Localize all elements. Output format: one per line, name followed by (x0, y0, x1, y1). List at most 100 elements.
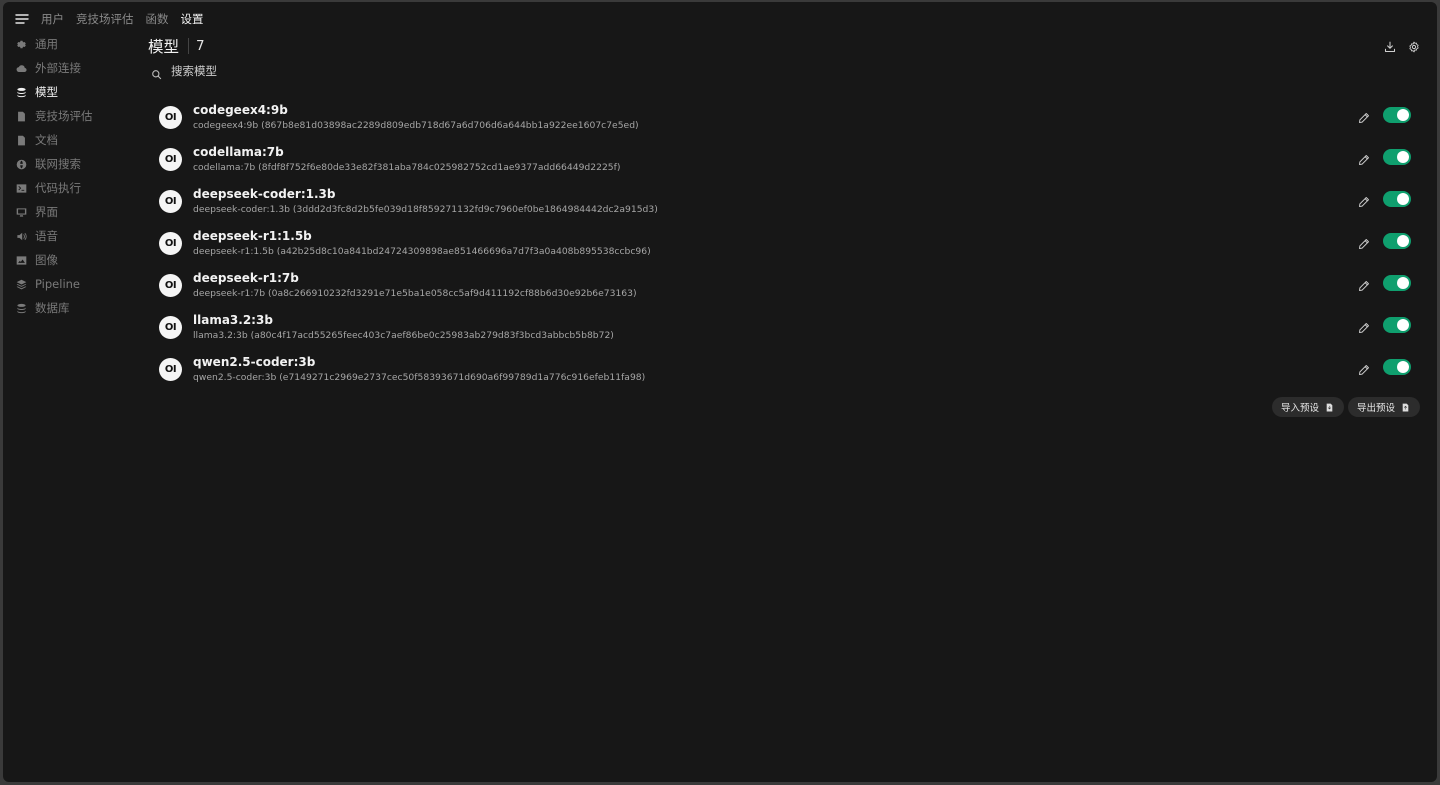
settings-button[interactable] (1408, 38, 1420, 53)
page-title: 模型 (148, 38, 180, 56)
sidebar-item-arena[interactable]: 竞技场评估 (15, 104, 135, 128)
search-input[interactable] (171, 64, 471, 78)
model-name: llama3.2:3b (193, 312, 273, 327)
top-tab-functions[interactable]: 函数 (146, 11, 169, 27)
pencil-icon (1359, 197, 1369, 207)
model-name: codegeex4:9b (193, 102, 288, 117)
model-info: deepseek-r1:1.5b deepseek-r1:1.5b (a42b2… (193, 229, 651, 258)
model-count: 7 (196, 38, 205, 54)
title-divider (188, 38, 190, 54)
model-enabled-toggle[interactable] (1383, 191, 1411, 207)
app-window: 用户 竞技场评估 函数 设置 通用 外部连接 模型 竞技场评估 文档 联网搜索 (3, 2, 1437, 782)
edit-model-button[interactable] (1358, 235, 1370, 249)
model-row[interactable]: OI deepseek-r1:1.5b deepseek-r1:1.5b (a4… (148, 222, 1420, 264)
model-description: deepseek-r1:1.5b (a42b25d8c10a841bd24724… (193, 245, 651, 257)
row-actions (1358, 191, 1411, 207)
model-row[interactable]: OI codellama:7b codellama:7b (8fdf8f752f… (148, 138, 1420, 180)
speaker-icon (15, 230, 28, 243)
model-info: llama3.2:3b llama3.2:3b (a80c4f17acd5526… (193, 313, 614, 342)
top-tab-arena[interactable]: 竞技场评估 (76, 11, 134, 27)
sidebar-item-label: Pipeline (35, 277, 81, 291)
sidebar-item-models[interactable]: 模型 (15, 80, 135, 104)
sidebar-item-database[interactable]: 数据库 (15, 296, 135, 320)
file-import-icon (1325, 403, 1334, 412)
model-info: deepseek-r1:7b deepseek-r1:7b (0a8c26691… (193, 271, 637, 300)
pencil-icon (1359, 365, 1369, 375)
edit-model-button[interactable] (1358, 277, 1370, 291)
sidebar-item-audio[interactable]: 语音 (15, 224, 135, 248)
model-row[interactable]: OI llama3.2:3b llama3.2:3b (a80c4f17acd5… (148, 306, 1420, 348)
sidebar-item-general[interactable]: 通用 (15, 32, 135, 56)
model-row[interactable]: OI deepseek-r1:7b deepseek-r1:7b (0a8c26… (148, 264, 1420, 306)
model-name: codellama:7b (193, 144, 284, 159)
terminal-icon (15, 182, 28, 195)
model-name: deepseek-coder:1.3b (193, 186, 336, 201)
hamburger-icon (15, 14, 29, 24)
sidebar-item-web-search[interactable]: 联网搜索 (15, 152, 135, 176)
model-name: deepseek-r1:7b (193, 270, 299, 285)
model-avatar: OI (159, 231, 182, 255)
sidebar-item-code-exec[interactable]: 代码执行 (15, 176, 135, 200)
panel-header: 模型 7 (148, 32, 1420, 60)
import-presets-button[interactable]: 导入预设 (1271, 397, 1344, 417)
sidebar-item-documents[interactable]: 文档 (15, 128, 135, 152)
model-avatar: OI (159, 105, 182, 129)
edit-model-button[interactable] (1358, 361, 1370, 375)
model-description: codegeex4:9b (867b8e81d03898ac2289d809ed… (193, 119, 639, 131)
sidebar-item-label: 代码执行 (35, 181, 81, 195)
gear-icon (15, 38, 28, 51)
export-presets-label: 导出预设 (1356, 403, 1395, 414)
model-info: deepseek-coder:1.3b deepseek-coder:1.3b … (193, 187, 658, 216)
sidebar-item-pipeline[interactable]: Pipeline (15, 272, 135, 296)
model-avatar: OI (159, 147, 182, 171)
cloud-icon (15, 62, 28, 75)
row-actions (1358, 149, 1411, 165)
model-enabled-toggle[interactable] (1383, 275, 1411, 291)
model-enabled-toggle[interactable] (1383, 359, 1411, 375)
image-icon (15, 254, 28, 267)
row-actions (1358, 359, 1411, 375)
model-description: deepseek-coder:1.3b (3ddd2d3fc8d2b5fe039… (193, 203, 658, 215)
edit-model-button[interactable] (1358, 109, 1370, 123)
edit-model-button[interactable] (1358, 151, 1370, 165)
model-enabled-toggle[interactable] (1383, 149, 1411, 165)
menu-button[interactable] (3, 2, 41, 36)
pencil-icon (1359, 155, 1369, 165)
model-description: llama3.2:3b (a80c4f17acd55265feec403c7ae… (193, 329, 614, 341)
model-enabled-toggle[interactable] (1383, 233, 1411, 249)
download-icon (1384, 41, 1396, 53)
sidebar-item-label: 竞技场评估 (35, 109, 93, 123)
model-row[interactable]: OI qwen2.5-coder:3b qwen2.5-coder:3b (e7… (148, 348, 1420, 390)
download-button[interactable] (1384, 38, 1396, 53)
layers-icon (15, 278, 28, 291)
model-avatar: OI (159, 357, 182, 381)
sidebar-item-interface[interactable]: 界面 (15, 200, 135, 224)
edit-model-button[interactable] (1358, 193, 1370, 207)
export-presets-button[interactable]: 导出预设 (1347, 397, 1420, 417)
model-info: codegeex4:9b codegeex4:9b (867b8e81d0389… (193, 103, 639, 132)
model-row[interactable]: OI codegeex4:9b codegeex4:9b (867b8e81d0… (148, 96, 1420, 138)
model-avatar: OI (159, 189, 182, 213)
top-tab-users[interactable]: 用户 (41, 11, 64, 27)
top-tab-settings[interactable]: 设置 (181, 11, 204, 27)
sidebar-item-label: 联网搜索 (35, 157, 81, 171)
search-icon (151, 65, 163, 80)
model-enabled-toggle[interactable] (1383, 107, 1411, 123)
row-actions (1358, 275, 1411, 291)
header-actions (1384, 38, 1420, 53)
sidebar-item-label: 外部连接 (35, 61, 81, 75)
sidebar-item-label: 模型 (35, 85, 58, 99)
sidebar-item-images[interactable]: 图像 (15, 248, 135, 272)
sidebar-item-label: 数据库 (35, 301, 70, 315)
row-actions (1358, 107, 1411, 123)
model-info: qwen2.5-coder:3b qwen2.5-coder:3b (e7149… (193, 355, 645, 384)
document-icon (15, 110, 28, 123)
model-description: qwen2.5-coder:3b (e7149271c2969e2737cec5… (193, 371, 646, 383)
sidebar-item-connections[interactable]: 外部连接 (15, 56, 135, 80)
edit-model-button[interactable] (1358, 319, 1370, 333)
model-avatar: OI (159, 315, 182, 339)
model-row[interactable]: OI deepseek-coder:1.3b deepseek-coder:1.… (148, 180, 1420, 222)
pencil-icon (1359, 281, 1369, 291)
globe-icon (15, 158, 28, 171)
model-enabled-toggle[interactable] (1383, 317, 1411, 333)
